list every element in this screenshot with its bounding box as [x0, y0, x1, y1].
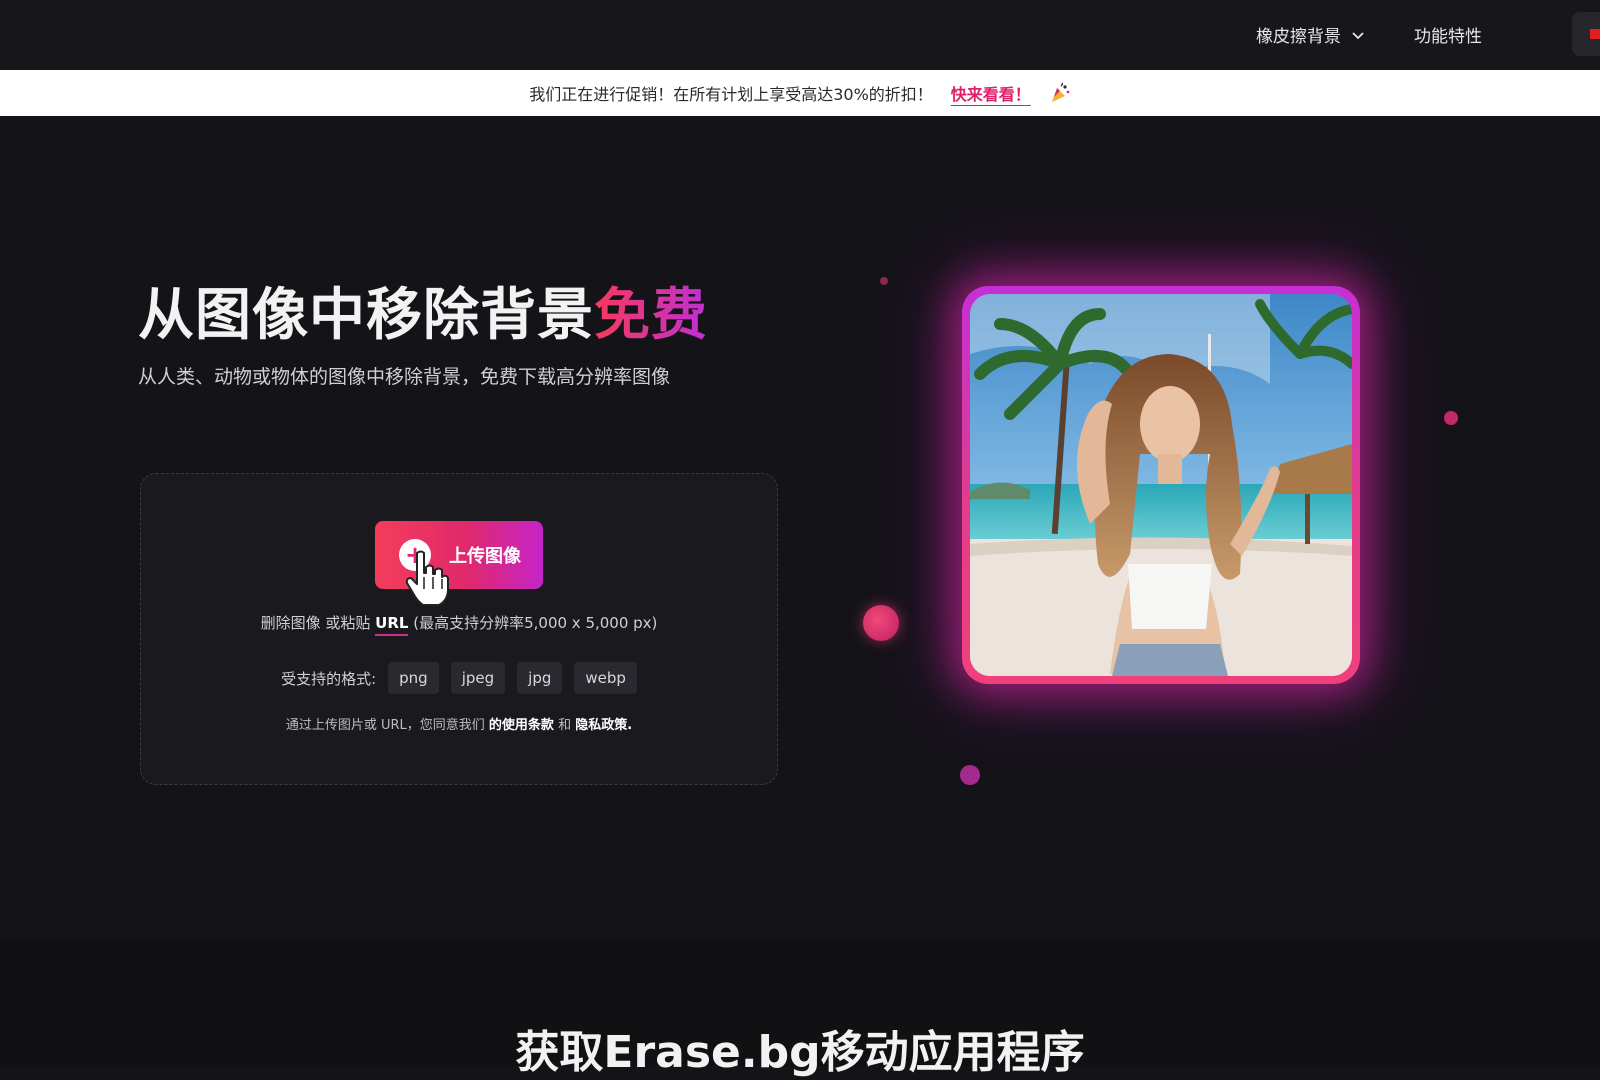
promo-link[interactable]: 快来看看！	[951, 81, 1031, 105]
hint-prefix: 删除图像 或粘贴	[260, 614, 371, 632]
top-nav: 橡皮擦背景 功能特性	[0, 0, 1600, 70]
nav-item-label: 功能特性	[1414, 27, 1482, 47]
upload-button-label: 上传图像	[449, 546, 521, 567]
example-photo	[970, 294, 1352, 676]
hero-title: 从图像中移除背景免费	[138, 270, 708, 351]
format-chip-webp: webp	[574, 662, 637, 694]
formats-label: 受支持的格式:	[281, 669, 377, 688]
upload-hint: 删除图像 或粘贴 URL (最高支持分辨率5,000 x 5,000 px)	[141, 612, 777, 636]
nav-item-label: 橡皮擦背景	[1256, 27, 1341, 47]
promo-banner: 我们正在进行促销！在所有计划上享受高达30%的折扣！ 快来看看！	[0, 70, 1600, 116]
decor-dot	[960, 765, 980, 785]
party-popper-icon	[1051, 82, 1070, 102]
chevron-down-icon	[1352, 31, 1364, 39]
upload-image-button[interactable]: + 上传图像	[375, 521, 543, 589]
format-chip-png: png	[388, 662, 439, 694]
terms-of-use-link[interactable]: 的使用条款	[489, 718, 554, 733]
terms-notice: 通过上传图片或 URL，您同意我们 的使用条款 和 隐私政策.	[141, 714, 777, 733]
hero-subtitle: 从人类、动物或物体的图像中移除背景，免费下载高分辨率图像	[138, 366, 671, 388]
format-chip-jpg: jpg	[517, 662, 563, 694]
decor-dot	[863, 605, 899, 641]
example-image-frame	[962, 286, 1360, 684]
hero-title-accent: 免费	[594, 283, 708, 348]
supported-formats: 受支持的格式: png jpeg jpg webp	[141, 662, 777, 694]
nav-item-features[interactable]: 功能特性	[1414, 22, 1482, 47]
decor-dot	[1444, 411, 1458, 425]
promo-text: 我们正在进行促销！在所有计划上享受高达30%的折扣！	[529, 85, 933, 104]
privacy-policy-link[interactable]: 隐私政策.	[575, 718, 632, 733]
hand-cursor-icon	[405, 550, 449, 606]
app-section-title: 获取Erase.bg移动应用程序	[515, 1027, 1085, 1078]
nav-item-eraser-background[interactable]: 橡皮擦背景	[1256, 22, 1365, 47]
decor-dot	[880, 277, 888, 285]
flag-icon	[1590, 29, 1600, 39]
upload-dropzone[interactable]: + 上传图像 删除图像 或粘贴 URL (最高支持分辨率5,000 x 5,00…	[140, 473, 778, 785]
paste-url-link[interactable]: URL	[375, 614, 409, 636]
terms-prefix: 通过上传图片或 URL，您同意我们	[285, 718, 485, 733]
hero-title-main: 从图像中移除背景	[138, 283, 594, 348]
terms-and: 和	[558, 718, 572, 733]
hint-suffix: (最高支持分辨率5,000 x 5,000 px)	[413, 614, 658, 632]
language-selector[interactable]	[1572, 12, 1600, 56]
format-chip-jpeg: jpeg	[450, 662, 506, 694]
